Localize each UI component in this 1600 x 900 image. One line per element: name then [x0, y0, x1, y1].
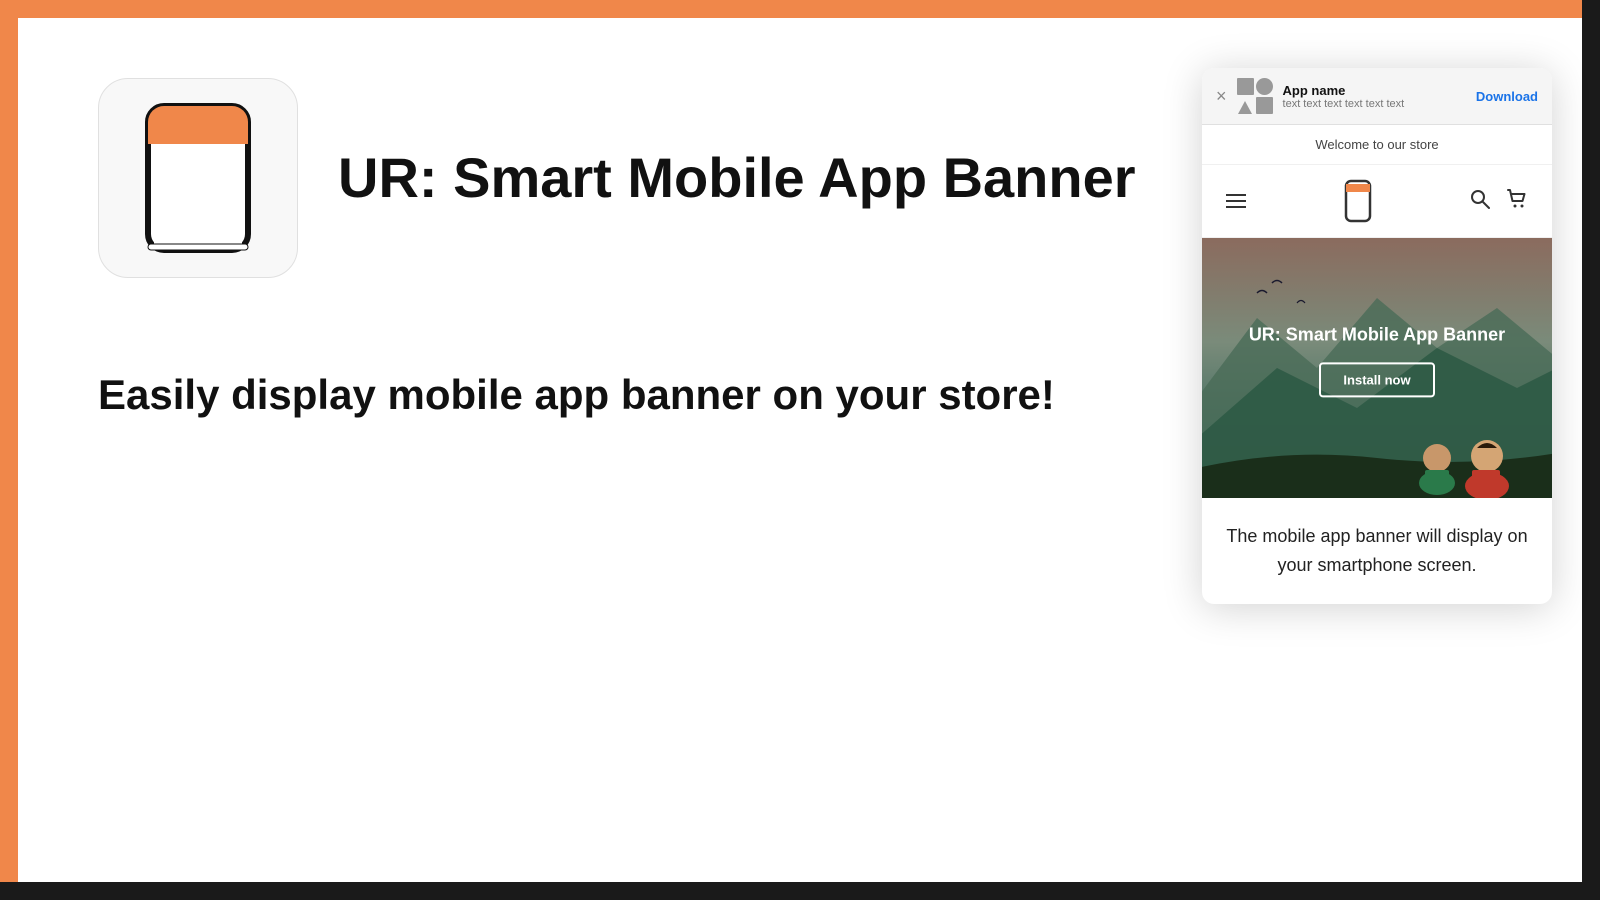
hero-area: UR: Smart Mobile App Banner Install now — [1202, 238, 1552, 498]
banner-app-info: App name text text text text text text — [1283, 83, 1466, 110]
left-bar-decoration — [0, 0, 18, 900]
main-content: UR: Smart Mobile App Banner Easily displ… — [18, 18, 1582, 882]
banner-app-description: text text text text text text — [1283, 98, 1466, 110]
app-title-block: UR: Smart Mobile App Banner — [338, 146, 1136, 210]
banner-app-name: App name — [1283, 83, 1466, 98]
hamburger-line-2 — [1226, 200, 1246, 202]
browser-window: × App name text text text text text text… — [1202, 68, 1552, 604]
install-now-button[interactable]: Install now — [1319, 363, 1434, 398]
right-bar-decoration — [1582, 0, 1600, 900]
search-icon[interactable] — [1470, 189, 1490, 214]
mobile-nav — [1202, 165, 1552, 238]
smart-app-banner: × App name text text text text text text… — [1202, 68, 1552, 125]
hamburger-menu-icon[interactable] — [1226, 194, 1246, 208]
app-title: UR: Smart Mobile App Banner — [338, 146, 1136, 210]
cart-icon[interactable] — [1506, 188, 1528, 215]
right-section: × App name text text text text text text… — [1202, 18, 1582, 882]
hamburger-line-1 — [1226, 194, 1246, 196]
hero-overlay-title: UR: Smart Mobile App Banner — [1237, 323, 1517, 346]
banner-close-button[interactable]: × — [1216, 86, 1227, 107]
bottom-bar-decoration — [0, 882, 1600, 900]
banner-app-icon — [1237, 78, 1273, 114]
hero-overlay-content: UR: Smart Mobile App Banner Install now — [1237, 323, 1517, 397]
nav-phone-icon — [1344, 179, 1372, 223]
welcome-text: Welcome to our store — [1315, 137, 1438, 152]
icon-square — [1237, 78, 1254, 95]
left-section: UR: Smart Mobile App Banner Easily displ… — [18, 18, 1202, 882]
banner-download-button[interactable]: Download — [1476, 89, 1538, 104]
app-icon-area: UR: Smart Mobile App Banner — [98, 78, 1142, 278]
icon-triangle — [1238, 101, 1252, 114]
top-bar-decoration — [0, 0, 1600, 18]
welcome-bar: Welcome to our store — [1202, 125, 1552, 165]
outer-frame: UR: Smart Mobile App Banner Easily displ… — [0, 0, 1600, 900]
hamburger-line-3 — [1226, 206, 1246, 208]
phone-icon — [138, 98, 258, 258]
icon-rect — [1256, 97, 1273, 114]
nav-icons-right — [1470, 188, 1528, 215]
description-text: The mobile app banner will display on yo… — [1226, 522, 1528, 580]
app-subtitle: Easily display mobile app banner on your… — [98, 368, 1142, 423]
description-area: The mobile app banner will display on yo… — [1202, 498, 1552, 604]
app-icon-box — [98, 78, 298, 278]
icon-circle — [1256, 78, 1273, 95]
